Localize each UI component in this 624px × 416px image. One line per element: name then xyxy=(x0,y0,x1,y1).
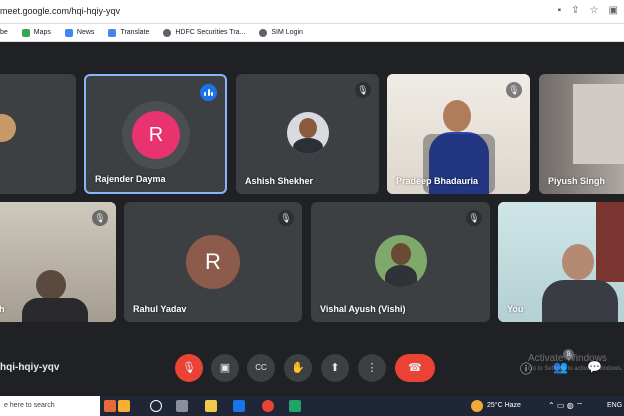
outlook-icon[interactable] xyxy=(233,400,245,412)
participant-tile-you[interactable]: You xyxy=(498,202,624,322)
taskbar: e here to search 25°C Haze ⌃ ▭ ◍ ⌔ ENG xyxy=(0,396,624,416)
mic-muted-icon: 🎙 xyxy=(506,82,522,98)
bookmark-label: be xyxy=(0,29,8,36)
meet-stage: R Rajender Dayma Ashish Shekher 🎙 Pradee… xyxy=(0,42,624,396)
taskbar-search[interactable]: e here to search xyxy=(0,396,100,416)
cortana-icon[interactable] xyxy=(150,400,162,412)
meeting-code: hqi-hqiy-yqv xyxy=(0,362,60,373)
bookmark-label: HDFC Securities Tra... xyxy=(175,29,246,36)
participant-tile-rahul[interactable]: R Rahul Yadav 🎙 xyxy=(124,202,302,322)
speaking-indicator-icon xyxy=(200,84,217,101)
mic-muted-icon: 🎙 xyxy=(466,210,482,226)
participant-tile-rajender[interactable]: R Rajender Dayma xyxy=(84,74,227,194)
url-text[interactable]: meet.google.com/hqi-hqiy-yqv xyxy=(0,6,120,16)
mic-muted-icon: 🎙 xyxy=(355,82,371,98)
participant-name: Rajender Dayma xyxy=(95,174,166,184)
watermark-subtitle: Go to Settings to activate Windows. xyxy=(528,366,623,372)
camera-button[interactable]: ▣ xyxy=(211,354,239,382)
participant-tile-piyush[interactable]: Piyush Singh xyxy=(539,74,624,194)
captions-button[interactable]: CC xyxy=(247,354,275,382)
address-bar: meet.google.com/hqi-hqiy-yqv ▪ ⇪ ☆ ▣ xyxy=(0,0,624,24)
extension-icon[interactable]: ▣ xyxy=(609,5,618,16)
address-bar-actions: ▪ ⇪ ☆ ▣ xyxy=(558,5,618,16)
star-icon[interactable]: ☆ xyxy=(590,5,599,16)
bookmark-label: Translate xyxy=(120,29,150,36)
participant-tile-ashish[interactable]: Ashish Shekher 🎙 xyxy=(236,74,379,194)
bookmark-maps[interactable]: Maps xyxy=(21,28,51,37)
present-button[interactable]: ⬆ xyxy=(321,354,349,382)
translate-icon xyxy=(108,28,117,37)
participant-name: Vishal Ayush (Vishi) xyxy=(320,304,406,314)
bookmark-0[interactable]: be xyxy=(0,29,8,36)
tray-icons[interactable]: ⌃ ▭ ◍ ⌔ xyxy=(548,396,583,416)
participant-name: h xyxy=(0,304,5,314)
chrome-icon[interactable] xyxy=(262,400,274,412)
mic-off-button[interactable]: 🎙 xyxy=(175,354,203,382)
language-indicator[interactable]: ENG xyxy=(607,396,622,416)
weather-icon xyxy=(471,400,483,412)
globe-icon xyxy=(163,28,172,37)
bookmark-label: SIM Login xyxy=(271,29,303,36)
share-icon[interactable]: ⇪ xyxy=(571,5,579,16)
avatar: R xyxy=(186,235,240,289)
bookmark-label: News xyxy=(76,29,95,36)
participant-tile-vishal[interactable]: Vishal Ayush (Vishi) 🎙 xyxy=(311,202,490,322)
bookmark-hdfc[interactable]: HDFC Securities Tra... xyxy=(163,28,246,37)
more-options-button[interactable]: ⋮ xyxy=(358,354,386,382)
news-icon xyxy=(64,28,73,37)
avatar xyxy=(287,112,329,154)
mic-muted-icon: 🎙 xyxy=(92,210,108,226)
widgets-icon[interactable] xyxy=(118,400,130,412)
file-explorer-icon[interactable] xyxy=(205,400,217,412)
bookmarks-bar: be Maps News Translate HDFC Securities T… xyxy=(0,24,624,42)
excel-icon[interactable] xyxy=(289,400,301,412)
globe-icon xyxy=(259,28,268,37)
avatar xyxy=(375,235,427,287)
participant-name: Rahul Yadav xyxy=(133,304,187,314)
mic-muted-icon: 🎙 xyxy=(278,210,294,226)
raise-hand-button[interactable]: ✋ xyxy=(284,354,312,382)
bookmark-sim[interactable]: SIM Login xyxy=(259,28,303,37)
weather-text[interactable]: 25°C Haze xyxy=(487,396,521,416)
participant-name: Ashish Shekher xyxy=(245,176,314,186)
participant-name: Piyush Singh xyxy=(548,176,606,186)
participant-name: Pradeep Bhadauria xyxy=(396,176,479,186)
participant-tile-h[interactable]: h 🎙 xyxy=(0,202,116,322)
maps-icon xyxy=(21,28,30,37)
bookmark-label: Maps xyxy=(33,29,51,36)
watermark-title: Activate Windows xyxy=(528,353,607,364)
avatar xyxy=(0,114,16,142)
bookmark-translate[interactable]: Translate xyxy=(108,28,150,37)
end-call-button[interactable]: ☎ xyxy=(395,354,435,382)
task-view-icon[interactable] xyxy=(176,400,188,412)
bookmark-news[interactable]: News xyxy=(64,28,95,37)
widgets-icon[interactable] xyxy=(104,400,116,412)
participant-tile-pradeep[interactable]: Pradeep Bhadauria 🎙 xyxy=(387,74,530,194)
participant-name: You xyxy=(507,304,524,314)
avatar: R xyxy=(132,111,180,159)
participant-tile[interactable] xyxy=(0,74,76,194)
camera-blocked-icon[interactable]: ▪ xyxy=(558,5,562,16)
